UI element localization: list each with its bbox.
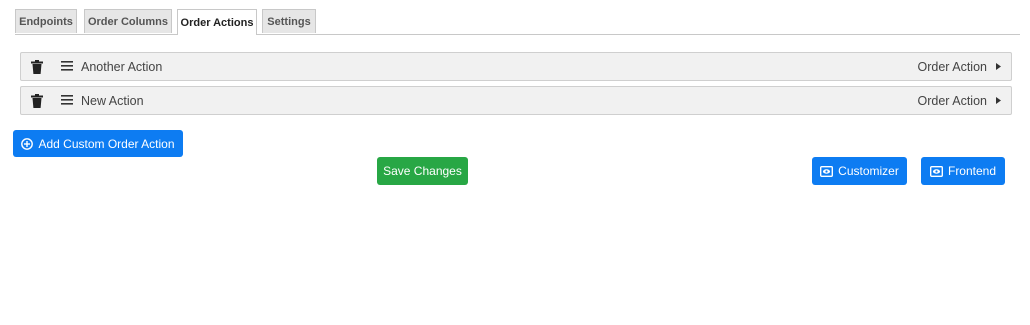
eye-window-icon xyxy=(929,165,943,177)
customizer-label: Customizer xyxy=(838,164,899,178)
save-changes-button[interactable]: Save Changes xyxy=(377,157,468,185)
order-action-item[interactable]: Another Action Order Action xyxy=(20,52,1012,81)
save-label: Save Changes xyxy=(383,164,462,178)
trash-icon[interactable] xyxy=(31,60,43,74)
tab-settings[interactable]: Settings xyxy=(262,9,316,33)
plus-circle-icon xyxy=(21,137,34,150)
tab-bar: Endpoints Order Columns Order Actions Se… xyxy=(15,9,1020,35)
tab-order-columns[interactable]: Order Columns xyxy=(84,9,172,33)
caret-right-icon[interactable] xyxy=(996,97,1001,104)
bars-icon[interactable] xyxy=(61,94,73,106)
frontend-label: Frontend xyxy=(947,164,997,178)
frontend-button[interactable]: Frontend xyxy=(921,157,1005,185)
action-title: New Action xyxy=(81,94,144,108)
tab-order-actions[interactable]: Order Actions xyxy=(177,9,257,35)
tab-endpoints[interactable]: Endpoints xyxy=(15,9,77,33)
trash-icon[interactable] xyxy=(31,94,43,108)
action-title: Another Action xyxy=(81,60,163,74)
add-custom-order-action-button[interactable]: Add Custom Order Action xyxy=(13,130,183,157)
action-type: Order Action xyxy=(917,60,987,74)
action-type: Order Action xyxy=(917,94,987,108)
caret-right-icon[interactable] xyxy=(996,63,1001,70)
eye-window-icon xyxy=(820,165,834,177)
add-custom-label: Add Custom Order Action xyxy=(38,136,175,151)
bars-icon[interactable] xyxy=(61,60,73,72)
order-action-item[interactable]: New Action Order Action xyxy=(20,86,1012,115)
customizer-button[interactable]: Customizer xyxy=(812,157,907,185)
